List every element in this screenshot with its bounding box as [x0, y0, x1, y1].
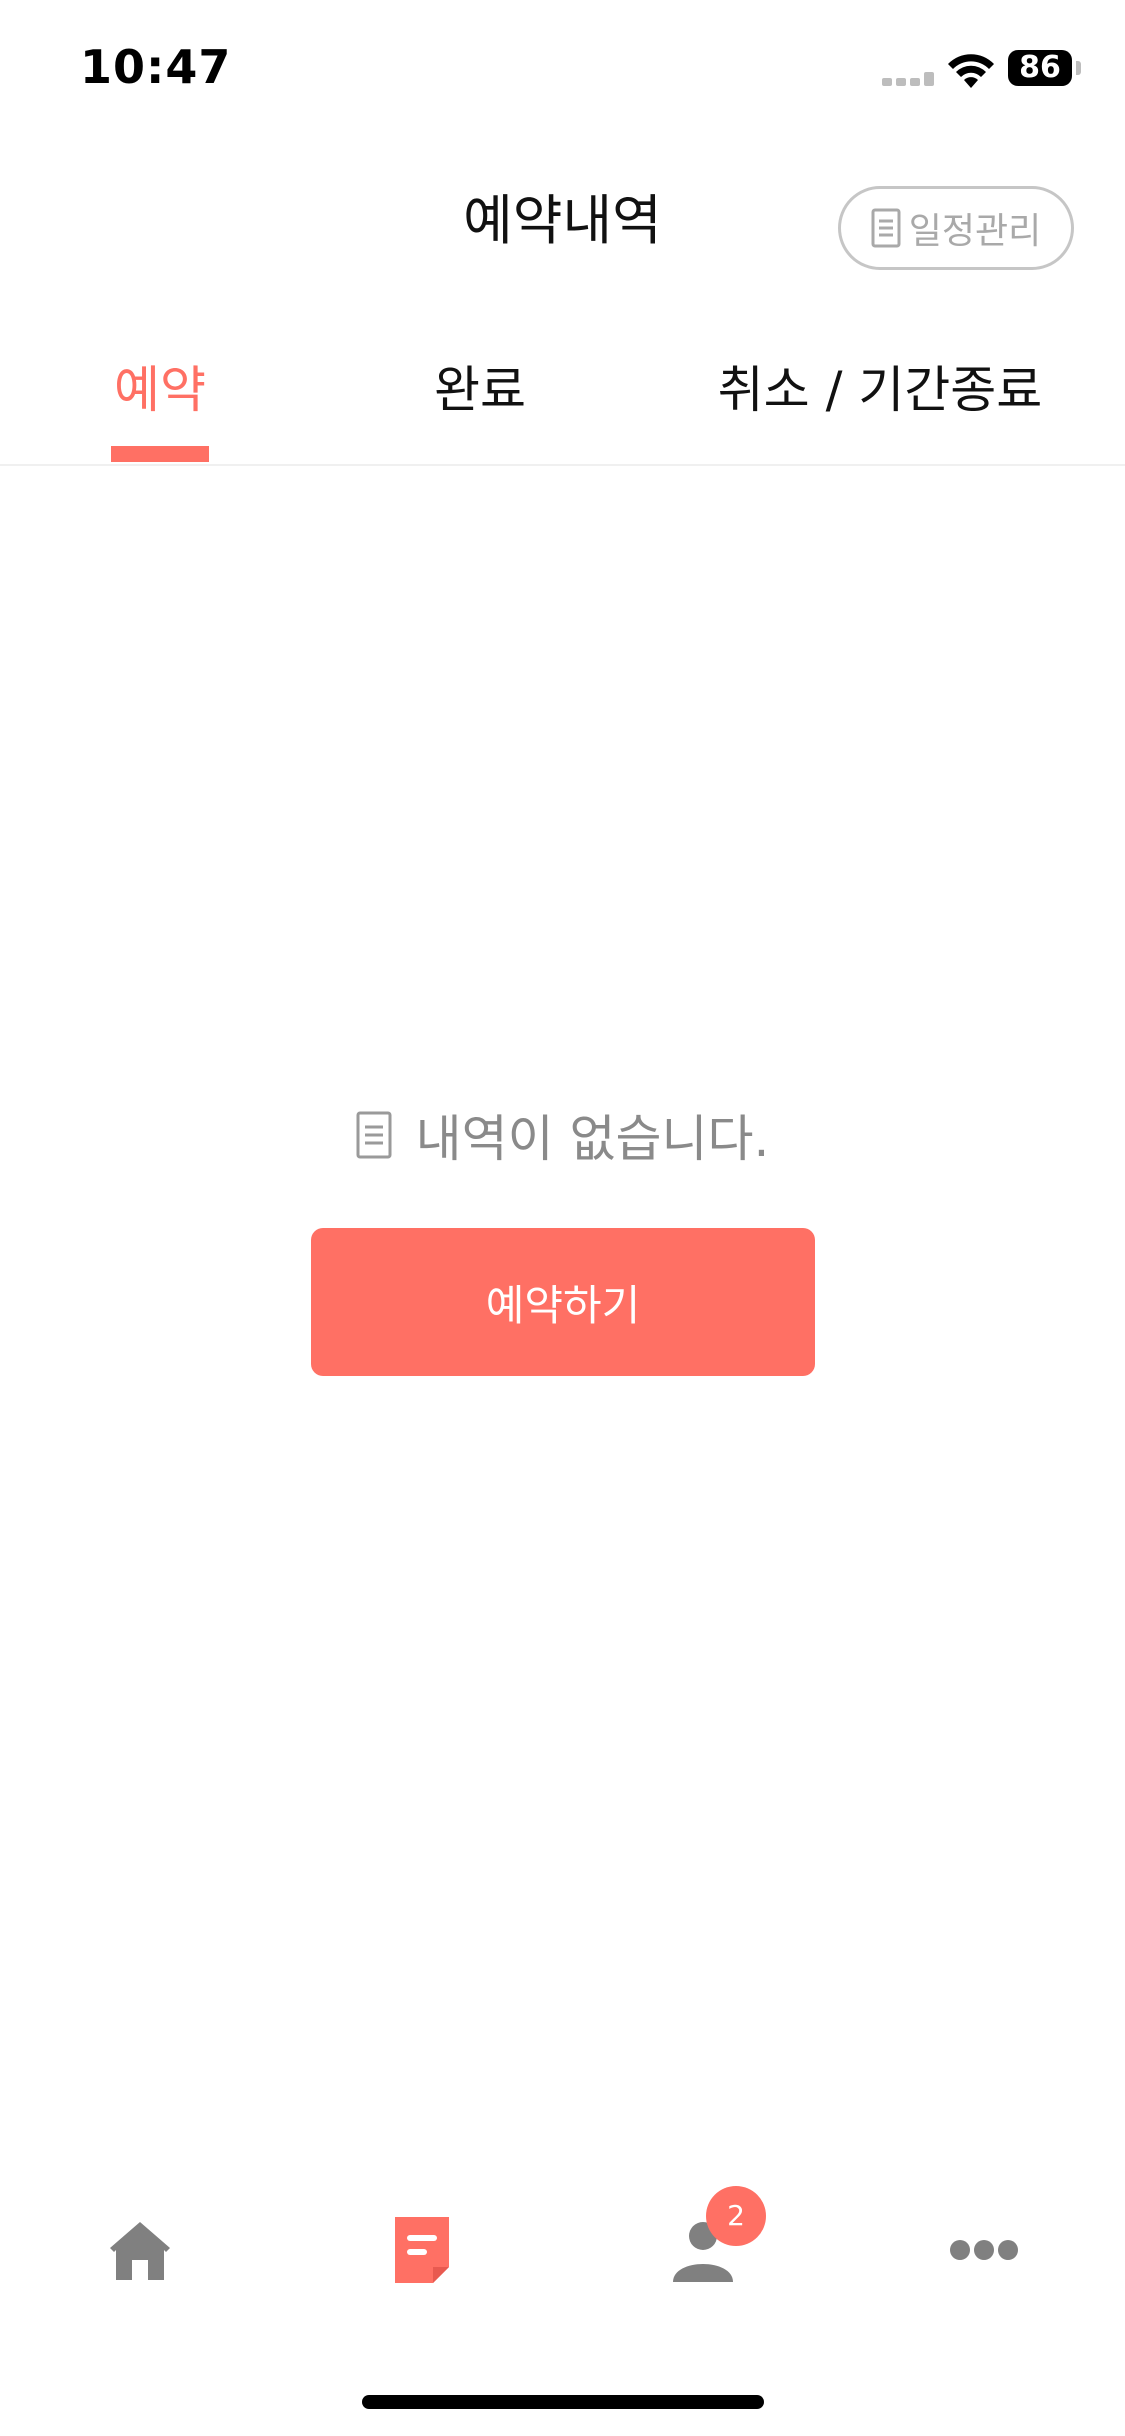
schedule-button-label: 일정관리 [908, 211, 1042, 252]
empty-message: 내역이 없습니다. [415, 1110, 770, 1168]
battery-level: 86 [1008, 50, 1072, 86]
reservation-history-screen: 10:47 86 예약내역 일정관리 예약 완료 취소 / 기간종료 내역이 없… [0, 0, 1125, 2436]
more-icon [950, 2240, 1018, 2260]
tab-cancelled-expired[interactable]: 취소 / 기간종료 [710, 350, 1050, 464]
home-icon [110, 2222, 170, 2280]
nav-home[interactable] [70, 2180, 210, 2320]
status-bar: 10:47 86 [0, 0, 1125, 140]
notification-badge: 2 [706, 2186, 766, 2246]
bottom-nav [0, 2180, 1125, 2320]
status-time: 10:47 [80, 40, 232, 94]
active-tab-indicator [111, 446, 209, 462]
document-icon [395, 2217, 449, 2283]
empty-state: 내역이 없습니다. [0, 1100, 1125, 1170]
nav-reservations[interactable] [352, 2180, 492, 2320]
make-reservation-button[interactable]: 예약하기 [311, 1228, 815, 1376]
nav-more[interactable] [914, 2180, 1054, 2320]
home-indicator [362, 2395, 764, 2409]
document-icon [356, 1111, 392, 1159]
battery-icon: 86 [1008, 50, 1081, 86]
document-icon [871, 208, 901, 248]
cell-signal-icon [882, 72, 934, 86]
schedule-management-button[interactable]: 일정관리 [838, 186, 1074, 270]
battery-tip [1076, 61, 1081, 75]
tab-completed[interactable]: 완료 [380, 350, 580, 464]
wifi-icon [948, 54, 994, 88]
